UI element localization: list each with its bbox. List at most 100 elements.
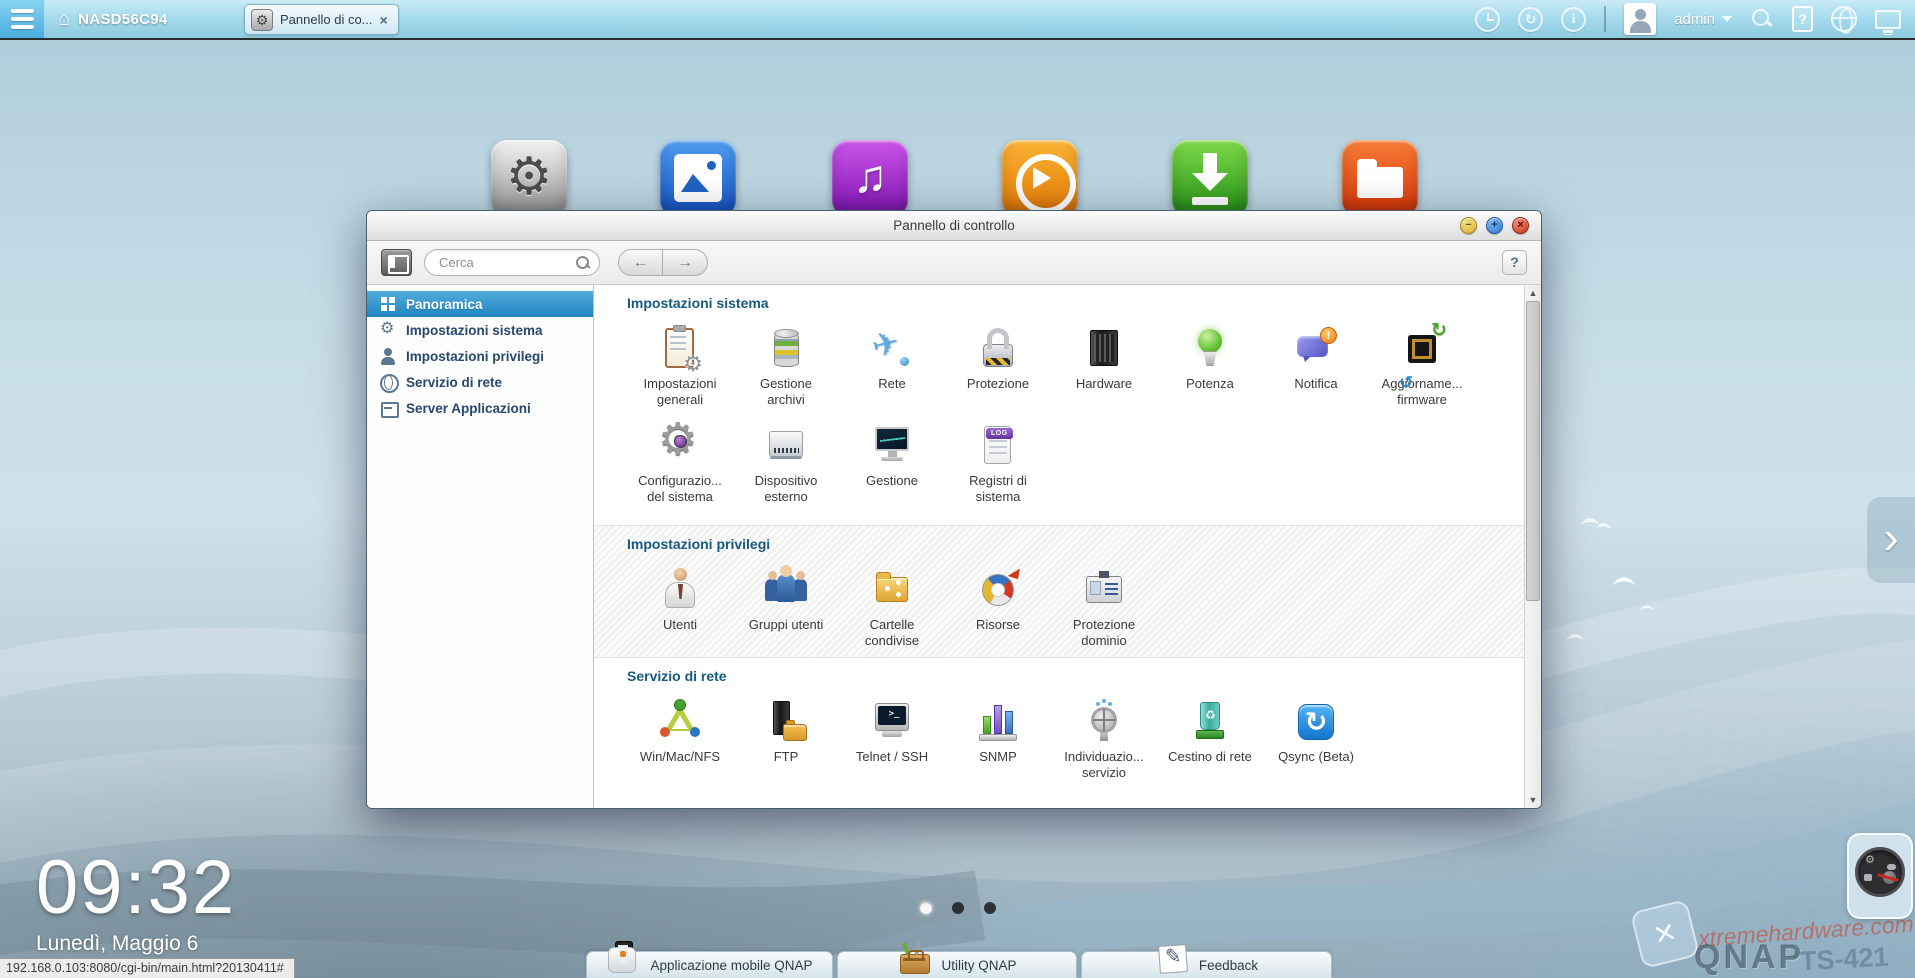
app-label: Cestino di rete xyxy=(1167,749,1253,765)
forward-button[interactable]: → xyxy=(663,249,708,276)
sidebar-item-panoramica[interactable]: Panoramica xyxy=(367,291,593,317)
app-qsync-beta-[interactable]: Qsync (Beta) xyxy=(1263,694,1369,791)
info-icon[interactable] xyxy=(1561,7,1586,32)
search-icon[interactable] xyxy=(1750,7,1774,31)
clock-icon[interactable] xyxy=(1475,7,1500,32)
search-icon[interactable] xyxy=(575,255,591,271)
scroll-down-icon[interactable]: ▼ xyxy=(1525,792,1541,808)
app-configurazio-del-sistema[interactable]: Configurazio... del sistema xyxy=(627,418,733,515)
section-title: Impostazioni sistema xyxy=(627,291,1541,311)
ftp-icon xyxy=(762,698,810,746)
extdev-icon xyxy=(762,422,810,470)
bird-icon xyxy=(1566,518,1654,640)
app-label: Win/Mac/NFS xyxy=(637,749,723,765)
backup-sync-icon[interactable] xyxy=(1518,7,1543,32)
app-label: Potenza xyxy=(1167,376,1253,392)
app-individuazio-servizio[interactable]: Individuazio... servizio xyxy=(1051,694,1157,791)
app-telnet-ssh[interactable]: Telnet / SSH xyxy=(839,694,945,791)
desktop-icon-photo-station[interactable] xyxy=(660,140,736,216)
app-gruppi-utenti[interactable]: Gruppi utenti xyxy=(733,562,839,659)
sidebar-item-impostazioni-sistema[interactable]: Impostazioni sistema xyxy=(367,317,593,343)
window-title: Pannello di controllo xyxy=(893,218,1015,233)
app-notifica[interactable]: Notifica xyxy=(1263,321,1369,418)
sidebar-item-server-applicazioni[interactable]: Server Applicazioni xyxy=(367,395,593,421)
user-menu[interactable]: admin xyxy=(1674,11,1732,28)
next-desktop-arrow[interactable]: › xyxy=(1867,497,1915,583)
app-label: Registri di sistema xyxy=(955,473,1041,505)
panel-content: Impostazioni sistema Impostazioni general… xyxy=(594,285,1541,808)
dashboard-gauge-button[interactable] xyxy=(1847,833,1913,919)
pager-dot-2[interactable] xyxy=(952,902,964,914)
scrollbar-thumb[interactable] xyxy=(1526,301,1540,601)
app-label: Cartelle condivise xyxy=(849,617,935,649)
scroll-up-icon[interactable]: ▲ xyxy=(1525,285,1541,301)
notify-icon xyxy=(1292,325,1340,373)
tab-close-icon[interactable]: × xyxy=(380,13,388,27)
app-label: Notifica xyxy=(1273,376,1359,392)
close-button[interactable]: × xyxy=(1512,217,1529,234)
app-protezione-dominio[interactable]: Protezione dominio xyxy=(1051,562,1157,659)
desktop-icon-music-station[interactable] xyxy=(832,140,908,216)
hardware-icon xyxy=(1080,325,1128,373)
security-icon xyxy=(974,325,1022,373)
app-gestione-archivi[interactable]: Gestione archivi xyxy=(733,321,839,418)
taskbar-button-toolbox[interactable]: Utility QNAP xyxy=(837,951,1077,978)
sidebar-item-servizio-di-rete[interactable]: Servizio di rete xyxy=(367,369,593,395)
gear-icon: ⚙ xyxy=(251,9,273,31)
monitor-icon xyxy=(868,422,916,470)
app-impostazioni-generali[interactable]: Impostazioni generali xyxy=(627,321,733,418)
help-icon[interactable]: ? xyxy=(1792,6,1813,32)
taskbar-button-label: Utility QNAP xyxy=(941,958,1016,973)
phone-icon xyxy=(606,941,640,975)
tab-label: Pannello di co... xyxy=(280,12,373,27)
desktop-icon-row xyxy=(0,140,1915,220)
taskbar-button-feedback-note[interactable]: Feedback xyxy=(1081,951,1332,978)
search-input[interactable] xyxy=(439,251,569,274)
browser-status-url: 192.168.0.103:8080/cgi-bin/main.html?201… xyxy=(0,958,295,978)
app-label: Hardware xyxy=(1061,376,1147,392)
section-impostazioni-sistema: Impostazioni sistema Impostazioni general… xyxy=(594,285,1541,525)
app-aggiorname-firmware[interactable]: Aggiorname... firmware xyxy=(1369,321,1475,418)
maximize-button[interactable]: + xyxy=(1486,217,1503,234)
control-panel-window: Pannello di controllo − + × ← → ? Panora… xyxy=(366,210,1542,809)
user-avatar[interactable] xyxy=(1624,3,1656,35)
desktop-icon-file-station[interactable] xyxy=(1342,140,1418,216)
app-win-mac-nfs[interactable]: Win/Mac/NFS xyxy=(627,694,733,791)
app-utenti[interactable]: Utenti xyxy=(627,562,733,659)
general-icon xyxy=(656,325,704,373)
desktop-icon-settings[interactable] xyxy=(491,140,567,216)
taskbar-button-label: Feedback xyxy=(1199,958,1258,973)
clock-time: 09:32 xyxy=(36,850,236,926)
app-gestione[interactable]: Gestione xyxy=(839,418,945,515)
sidebar-item-label: Panoramica xyxy=(406,297,483,312)
minimize-button[interactable]: − xyxy=(1460,217,1477,234)
s-person-icon xyxy=(380,348,397,365)
taskbar-button-phone[interactable]: Applicazione mobile QNAP xyxy=(586,951,833,978)
app-potenza[interactable]: Potenza xyxy=(1157,321,1263,418)
app-rete[interactable]: Rete xyxy=(839,321,945,418)
pager-dot-1[interactable] xyxy=(920,902,932,914)
main-menu-button[interactable] xyxy=(0,0,45,38)
app-hardware[interactable]: Hardware xyxy=(1051,321,1157,418)
globe-icon[interactable] xyxy=(1831,6,1857,32)
help-button[interactable]: ? xyxy=(1502,250,1527,275)
sidebar-item-impostazioni-privilegi[interactable]: Impostazioni privilegi xyxy=(367,343,593,369)
desktop-switch-icon[interactable] xyxy=(1875,10,1901,29)
app-registri-di-sistema[interactable]: Registri di sistema xyxy=(945,418,1051,515)
desktop-icon-video-station[interactable] xyxy=(1002,140,1078,216)
tab-control-panel[interactable]: ⚙ Pannello di co... × xyxy=(244,4,399,35)
app-ftp[interactable]: FTP xyxy=(733,694,839,791)
back-button[interactable]: ← xyxy=(618,249,663,276)
app-snmp[interactable]: SNMP xyxy=(945,694,1051,791)
app-dispositivo-esterno[interactable]: Dispositivo esterno xyxy=(733,418,839,515)
app-protezione[interactable]: Protezione xyxy=(945,321,1051,418)
window-titlebar[interactable]: Pannello di controllo − + × xyxy=(367,211,1541,241)
app-risorse[interactable]: Risorse xyxy=(945,562,1051,659)
home-device-button[interactable]: ⌂ NASD56C94 xyxy=(58,0,168,38)
pager-dot-3[interactable] xyxy=(984,902,996,914)
desktop-icon-download-station[interactable] xyxy=(1172,140,1248,216)
snmp-icon xyxy=(974,698,1022,746)
sidebar-toggle-button[interactable] xyxy=(381,249,412,276)
app-cestino-di-rete[interactable]: Cestino di rete xyxy=(1157,694,1263,791)
app-cartelle-condivise[interactable]: Cartelle condivise xyxy=(839,562,945,659)
